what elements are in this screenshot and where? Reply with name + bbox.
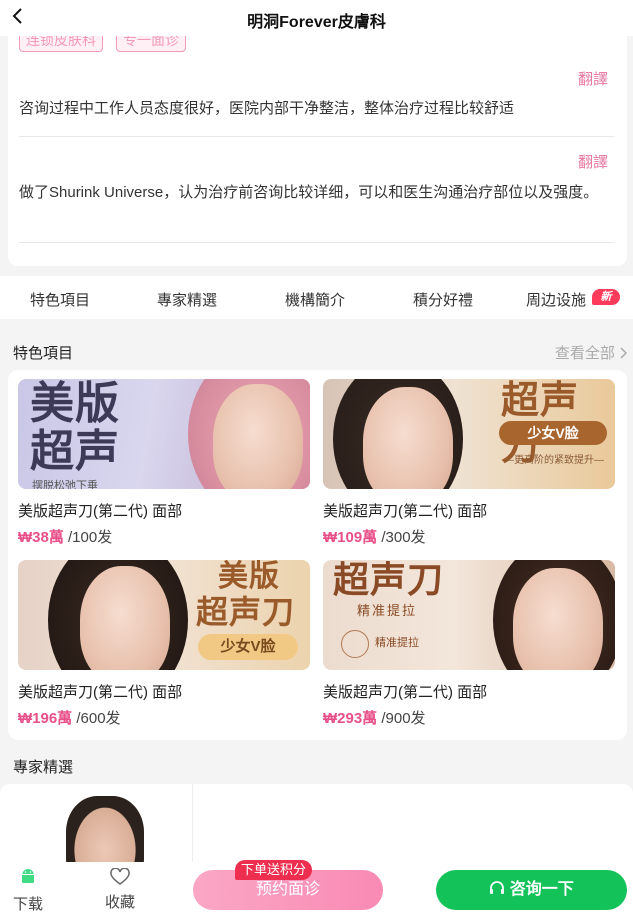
product-price-row: ₩38萬 /100发: [18, 526, 310, 547]
review-panel: 连锁皮肤科 专一面诊 翻譯 咨询过程中工作人员态度很好，医院内部干净整洁，整体治…: [8, 0, 627, 266]
product-name: 美版超声刀(第二代) 面部: [323, 503, 488, 520]
banner-line: 超声: [30, 426, 120, 477]
product-image: 美版 超声刀 少女V脸: [18, 560, 310, 670]
review-text: 做了Shurink Universe，认为治疗前咨询比较详细，可以和医生沟通治疗…: [19, 184, 599, 201]
product-name: 美版超声刀(第二代) 面部: [18, 684, 183, 701]
download-label: 下载: [12, 896, 43, 913]
divider: [19, 242, 614, 243]
product-unit: /300发: [381, 529, 426, 546]
product-price: ₩293萬: [323, 710, 378, 727]
product-price-row: ₩293萬 /900发: [323, 707, 615, 728]
download-button[interactable]: 下载: [10, 868, 46, 914]
product-card[interactable]: 超声刀 少女V脸 —更高阶的紧致提升— 美版超声刀(第二代) 面部 ₩109萬 …: [323, 379, 615, 547]
product-grid: 美版 超声 摆脱松弛下垂 美版超声刀(第二代) 面部 ₩38萬 /100发 超声…: [8, 370, 627, 740]
banner-line: 超声刀: [196, 593, 296, 631]
tab-experts[interactable]: 專家精選: [157, 289, 217, 310]
product-unit: /900发: [381, 710, 426, 727]
product-price: ₩196萬: [18, 710, 73, 727]
product-price: ₩38萬: [18, 529, 64, 546]
banner-sub: 精准提拉: [357, 603, 418, 618]
see-all-label: 查看全部: [554, 345, 615, 362]
section-title-experts: 專家精選: [13, 759, 74, 776]
banner-sub: 摆脱松弛下垂: [32, 480, 98, 489]
favorite-button[interactable]: 收藏: [102, 867, 138, 912]
top-nav-bar: 明洞Forever皮膚科: [0, 0, 633, 36]
product-price-row: ₩109萬 /300发: [323, 526, 615, 547]
banner-line: 美版: [30, 379, 120, 429]
product-name: 美版超声刀(第二代) 面部: [323, 684, 488, 701]
section-title-featured: 特色項目: [13, 345, 74, 362]
heart-icon: [110, 867, 130, 885]
see-all-link[interactable]: 查看全部: [554, 342, 628, 363]
product-image: 超声刀 少女V脸 —更高阶的紧致提升—: [323, 379, 615, 489]
product-image: 美版 超声 摆脱松弛下垂: [18, 379, 310, 489]
tab-facilities[interactable]: 周边设施: [526, 289, 586, 310]
section-tabs: 特色項目 專家精選 機構簡介 積分好禮 周边设施 新: [0, 276, 633, 319]
tab-points[interactable]: 積分好禮: [413, 289, 473, 310]
product-unit: /100发: [68, 529, 113, 546]
product-unit: /600发: [76, 710, 121, 727]
product-name: 美版超声刀(第二代) 面部: [18, 503, 183, 520]
face-outline-icon: [341, 630, 369, 658]
product-card[interactable]: 美版 超声刀 少女V脸 美版超声刀(第二代) 面部 ₩196萬 /600发: [18, 560, 310, 728]
tab-about[interactable]: 機構簡介: [285, 289, 345, 310]
product-price: ₩109萬: [323, 529, 378, 546]
product-image: 超声刀 精准提拉 精准提拉: [323, 560, 615, 670]
banner-sub: —更高阶的紧致提升—: [504, 455, 604, 466]
consult-button[interactable]: 咨询一下: [436, 870, 627, 910]
favorite-label: 收藏: [104, 894, 135, 911]
bottom-action-bar: 下载 收藏 下单送积分 预约面诊 咨询一下: [0, 860, 633, 914]
product-card[interactable]: 美版 超声 摆脱松弛下垂 美版超声刀(第二代) 面部 ₩38萬 /100发: [18, 379, 310, 547]
banner-line: 美版: [218, 560, 280, 594]
review-text: 咨询过程中工作人员态度很好，医院内部干净整洁，整体治疗过程比较舒适: [19, 100, 515, 117]
chevron-right-icon: [620, 347, 628, 359]
divider: [19, 136, 614, 137]
banner-pill: 少女V脸: [499, 421, 607, 445]
consult-label: 咨询一下: [509, 881, 574, 898]
new-badge: 新: [592, 289, 620, 305]
headset-icon: [490, 881, 505, 894]
product-card[interactable]: 超声刀 精准提拉 精准提拉 美版超声刀(第二代) 面部 ₩293萬 /900发: [323, 560, 615, 728]
tab-featured[interactable]: 特色項目: [30, 289, 90, 310]
banner-line: 超声刀: [333, 560, 445, 601]
banner-pill: 少女V脸: [198, 634, 298, 660]
translate-link[interactable]: 翻譯: [578, 68, 608, 89]
page-title: 明洞Forever皮膚科: [247, 14, 386, 31]
translate-link[interactable]: 翻譯: [578, 151, 608, 172]
android-icon: [22, 869, 34, 883]
banner-badge: 精准提拉: [375, 637, 419, 649]
product-price-row: ₩196萬 /600发: [18, 707, 310, 728]
promo-badge: 下单送积分: [235, 860, 313, 880]
